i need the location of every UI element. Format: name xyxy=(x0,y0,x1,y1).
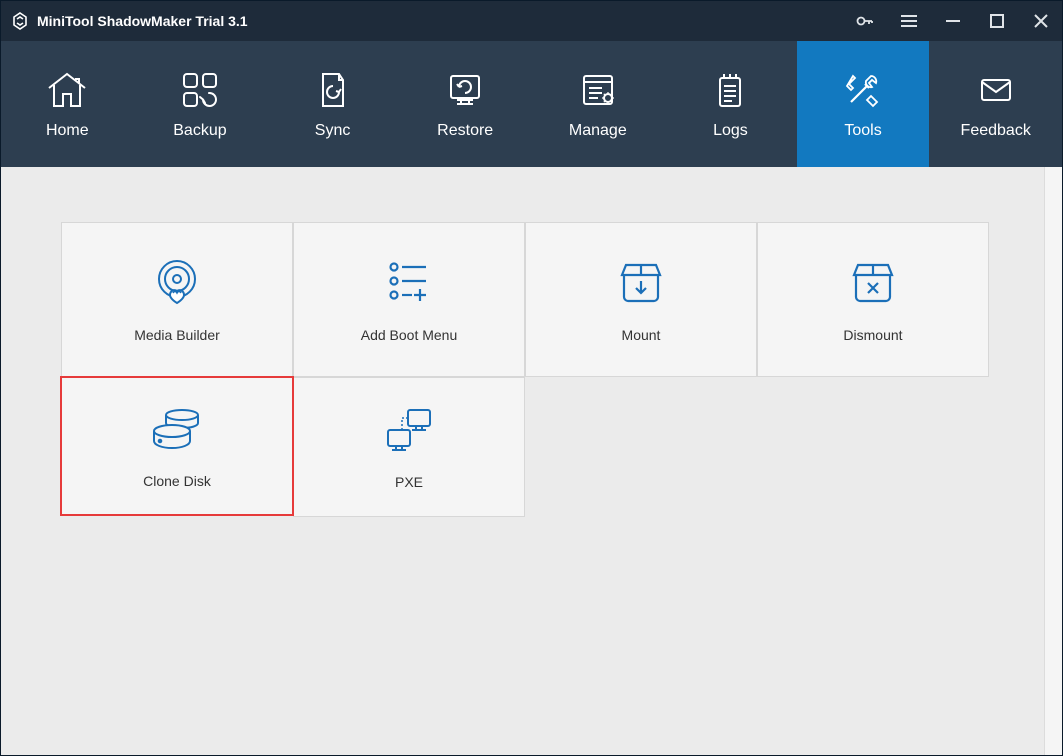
titlebar-controls xyxy=(854,10,1052,32)
app-title: MiniTool ShadowMaker Trial 3.1 xyxy=(37,13,248,29)
feedback-icon xyxy=(972,68,1020,112)
nav-backup[interactable]: Backup xyxy=(134,41,267,167)
tool-label: Add Boot Menu xyxy=(361,327,458,343)
tool-label: PXE xyxy=(395,474,423,490)
close-icon[interactable] xyxy=(1030,10,1052,32)
manage-icon xyxy=(574,68,622,112)
tool-label: Clone Disk xyxy=(143,473,211,489)
nav-logs[interactable]: Logs xyxy=(664,41,797,167)
main-nav: Home Backup Sync xyxy=(1,41,1062,167)
nav-label: Tools xyxy=(844,122,881,140)
nav-home[interactable]: Home xyxy=(1,41,134,167)
nav-label: Feedback xyxy=(961,122,1031,140)
nav-feedback[interactable]: Feedback xyxy=(929,41,1062,167)
tool-mount[interactable]: Mount xyxy=(525,222,757,377)
nav-tools[interactable]: Tools xyxy=(797,41,930,167)
nav-sync[interactable]: Sync xyxy=(266,41,399,167)
sync-icon xyxy=(309,68,357,112)
titlebar-left: MiniTool ShadowMaker Trial 3.1 xyxy=(11,12,854,30)
tool-label: Media Builder xyxy=(134,327,220,343)
app-window: MiniTool ShadowMaker Trial 3.1 xyxy=(0,0,1063,756)
clone-disk-icon xyxy=(147,403,207,453)
nav-manage[interactable]: Manage xyxy=(532,41,665,167)
nav-label: Home xyxy=(46,122,89,140)
logs-icon xyxy=(706,68,754,112)
scrollbar[interactable] xyxy=(1044,167,1062,755)
pxe-icon xyxy=(379,404,439,454)
mount-icon xyxy=(611,257,671,307)
tools-grid-row2: Clone Disk PXE xyxy=(61,377,1002,532)
tools-content: Media Builder Add Boot Menu xyxy=(1,167,1062,755)
tool-label: Mount xyxy=(622,327,661,343)
nav-label: Manage xyxy=(569,122,627,140)
tool-add-boot-menu[interactable]: Add Boot Menu xyxy=(293,222,525,377)
tool-label: Dismount xyxy=(843,327,902,343)
restore-icon xyxy=(441,68,489,112)
home-icon xyxy=(43,68,91,112)
maximize-icon[interactable] xyxy=(986,10,1008,32)
tools-grid-row1: Media Builder Add Boot Menu xyxy=(61,222,1002,377)
key-icon[interactable] xyxy=(854,10,876,32)
media-builder-icon xyxy=(147,257,207,307)
titlebar: MiniTool ShadowMaker Trial 3.1 xyxy=(1,1,1062,41)
app-logo-icon xyxy=(11,12,29,30)
dismount-icon xyxy=(843,257,903,307)
nav-label: Sync xyxy=(315,122,351,140)
tool-pxe[interactable]: PXE xyxy=(293,377,525,517)
nav-label: Restore xyxy=(437,122,493,140)
nav-label: Logs xyxy=(713,122,748,140)
nav-label: Backup xyxy=(173,122,226,140)
tool-dismount[interactable]: Dismount xyxy=(757,222,989,377)
minimize-icon[interactable] xyxy=(942,10,964,32)
add-boot-menu-icon xyxy=(379,257,439,307)
tool-media-builder[interactable]: Media Builder xyxy=(61,222,293,377)
tools-icon xyxy=(839,68,887,112)
tool-clone-disk[interactable]: Clone Disk xyxy=(60,376,294,516)
backup-icon xyxy=(176,68,224,112)
menu-icon[interactable] xyxy=(898,10,920,32)
nav-restore[interactable]: Restore xyxy=(399,41,532,167)
